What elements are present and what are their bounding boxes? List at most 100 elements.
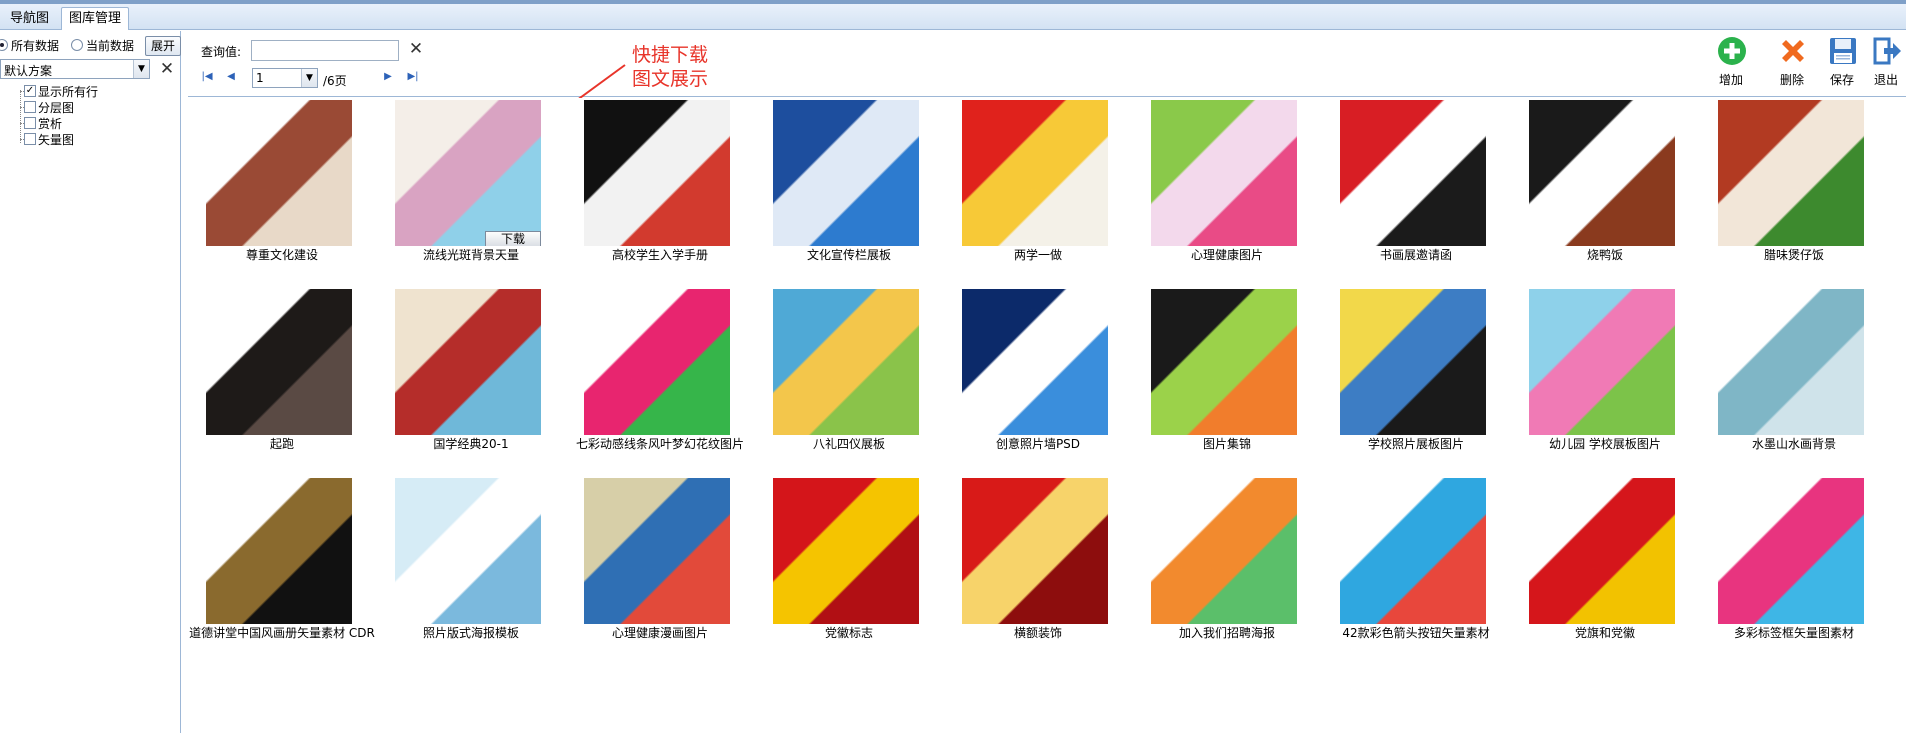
- thumbnail-image[interactable]: [206, 478, 352, 624]
- gallery-item[interactable]: 心理健康图片: [1133, 98, 1321, 280]
- thumbnail-image[interactable]: [1340, 289, 1486, 435]
- gallery-item[interactable]: 八礼四仪展板: [755, 287, 943, 469]
- first-page-icon[interactable]: |◀: [200, 70, 214, 84]
- gallery-item[interactable]: 幼儿园 学校展板图片: [1511, 287, 1699, 469]
- download-button[interactable]: 下载: [485, 231, 541, 246]
- thumbnail-image[interactable]: [962, 100, 1108, 246]
- thumbnail-image[interactable]: [206, 289, 352, 435]
- thumbnail-image[interactable]: [773, 289, 919, 435]
- thumbnail-image[interactable]: [1529, 100, 1675, 246]
- thumbnail-caption: 七彩动感线条风叶梦幻花纹图片: [575, 437, 744, 451]
- tree-connector: [20, 90, 21, 143]
- thumbnail-caption: 图片集锦: [1202, 437, 1251, 451]
- clear-scheme-close-icon[interactable]: ✕: [158, 61, 176, 78]
- thumbnail-caption: 多彩标签框矢量图素材: [1733, 626, 1854, 640]
- thumbnail-caption: 两学一做: [1013, 248, 1062, 262]
- thumbnail-image[interactable]: [962, 478, 1108, 624]
- thumbnail-image[interactable]: [1340, 100, 1486, 246]
- gallery-item[interactable]: 尊重文化建设: [188, 98, 376, 280]
- chevron-down-icon: ▼: [133, 60, 149, 78]
- thumbnail-image[interactable]: [1151, 478, 1297, 624]
- gallery-item[interactable]: 学校照片展板图片: [1322, 287, 1510, 469]
- radio-all-data[interactable]: [0, 39, 8, 51]
- thumbnail-image[interactable]: [584, 289, 730, 435]
- gallery-item[interactable]: 道德讲堂中国风画册矢量素材 CDR: [188, 476, 376, 658]
- query-input[interactable]: [251, 40, 399, 61]
- add-button[interactable]: 增加: [1711, 36, 1751, 91]
- delete-button[interactable]: 删除: [1772, 36, 1812, 91]
- thumbnail-image[interactable]: [1151, 289, 1297, 435]
- thumbnail-image[interactable]: [773, 478, 919, 624]
- gallery-item[interactable]: 起跑: [188, 287, 376, 469]
- gallery-item[interactable]: 加入我们招聘海报: [1133, 476, 1321, 658]
- checkbox-appreciation[interactable]: [24, 117, 36, 129]
- thumbnail-caption: 幼儿园 学校展板图片: [1549, 437, 1661, 451]
- gallery-item[interactable]: 腊味煲仔饭: [1700, 98, 1888, 280]
- clear-query-close-icon[interactable]: ✕: [407, 41, 425, 58]
- thumbnail-image[interactable]: [395, 289, 541, 435]
- gallery-item[interactable]: 党徽标志: [755, 476, 943, 658]
- thumbnail-image[interactable]: [773, 100, 919, 246]
- app-window: 导航图 图库管理 所有数据 当前数据 展开 默认方案 ▼ ✕ ✓ 显示所有行 分…: [0, 0, 1906, 733]
- thumbnail-image[interactable]: [206, 100, 352, 246]
- tree-item-label: 分层图: [38, 101, 75, 115]
- checkbox-vector[interactable]: [24, 133, 36, 145]
- save-button[interactable]: 保存: [1822, 36, 1862, 91]
- thumbnail-image[interactable]: [584, 100, 730, 246]
- checkbox-show-all[interactable]: ✓: [24, 85, 36, 97]
- thumbnail-caption: 高校学生入学手册: [611, 248, 708, 262]
- thumbnail-caption: 烧鸭饭: [1586, 248, 1623, 262]
- gallery-item[interactable]: 图片集锦: [1133, 287, 1321, 469]
- radio-all-data-label: 所有数据: [11, 39, 60, 53]
- annotation-line-1: 快捷下载: [632, 44, 709, 66]
- gallery-item[interactable]: 创意照片墙PSD: [944, 287, 1132, 469]
- page-select[interactable]: 1 ▼: [252, 68, 318, 88]
- thumbnail-image[interactable]: [1718, 478, 1864, 624]
- thumbnail-caption: 文化宣传栏展板: [806, 248, 891, 262]
- page-select-value: 1: [256, 71, 264, 85]
- gallery-item[interactable]: 42款彩色箭头按钮矢量素材: [1322, 476, 1510, 658]
- annotation-callout: 快捷下载 图文展示: [632, 43, 708, 91]
- gallery-item[interactable]: 两学一做: [944, 98, 1132, 280]
- gallery-item[interactable]: 高校学生入学手册: [566, 98, 754, 280]
- previous-page-icon[interactable]: ◀: [224, 70, 238, 84]
- radio-current-data[interactable]: [71, 39, 83, 51]
- thumbnail-image[interactable]: [1718, 100, 1864, 246]
- gallery-item[interactable]: 文化宣传栏展板: [755, 98, 943, 280]
- gallery-item[interactable]: 七彩动感线条风叶梦幻花纹图片: [566, 287, 754, 469]
- gallery-item[interactable]: 水墨山水画背景: [1700, 287, 1888, 469]
- tree-item-label: 赏析: [38, 117, 63, 131]
- tab-gallery-management[interactable]: 图库管理: [61, 7, 130, 30]
- gallery-item[interactable]: 多彩标签框矢量图素材: [1700, 476, 1888, 658]
- checkbox-layered[interactable]: [24, 101, 36, 113]
- gallery-item[interactable]: 党旗和党徽: [1511, 476, 1699, 658]
- exit-button[interactable]: 退出: [1866, 36, 1906, 91]
- gallery-item[interactable]: 国学经典20-1: [377, 287, 565, 469]
- thumbnail-caption: 党旗和党徽: [1574, 626, 1635, 640]
- gallery-item[interactable]: 横额装饰: [944, 476, 1132, 658]
- image-gallery: 尊重文化建设 下载 流线光斑背景天量高校学生入学手册 文化宣传栏展板 两学一做 心理健康图…: [188, 98, 1906, 733]
- thumbnail-caption: 照片版式海报模板: [422, 626, 519, 640]
- thumbnail-image[interactable]: [1529, 478, 1675, 624]
- tree-item-label: 矢量图: [38, 133, 75, 147]
- expand-button[interactable]: 展开: [145, 36, 181, 56]
- gallery-item[interactable]: 照片版式海报模板: [377, 476, 565, 658]
- thumbnail-image[interactable]: 下载: [395, 100, 541, 246]
- last-page-icon[interactable]: ▶|: [406, 70, 420, 84]
- thumbnail-image[interactable]: [1529, 289, 1675, 435]
- gallery-item[interactable]: 书画展邀请函: [1322, 98, 1510, 280]
- gallery-item[interactable]: 下载 流线光斑背景天量: [377, 98, 565, 280]
- gallery-item[interactable]: 烧鸭饭: [1511, 98, 1699, 280]
- next-page-icon[interactable]: ▶: [381, 70, 395, 84]
- thumbnail-image[interactable]: [1340, 478, 1486, 624]
- thumbnail-image[interactable]: [1151, 100, 1297, 246]
- gallery-item[interactable]: 心理健康漫画图片: [566, 476, 754, 658]
- thumbnail-image[interactable]: [1718, 289, 1864, 435]
- thumbnail-caption: 横额装饰: [1013, 626, 1062, 640]
- thumbnail-image[interactable]: [584, 478, 730, 624]
- thumbnail-image[interactable]: [962, 289, 1108, 435]
- thumbnail-image[interactable]: [395, 478, 541, 624]
- thumbnail-caption: 心理健康图片: [1190, 248, 1263, 262]
- scheme-select[interactable]: 默认方案 ▼: [0, 59, 150, 79]
- tab-navigation[interactable]: 导航图: [2, 7, 57, 30]
